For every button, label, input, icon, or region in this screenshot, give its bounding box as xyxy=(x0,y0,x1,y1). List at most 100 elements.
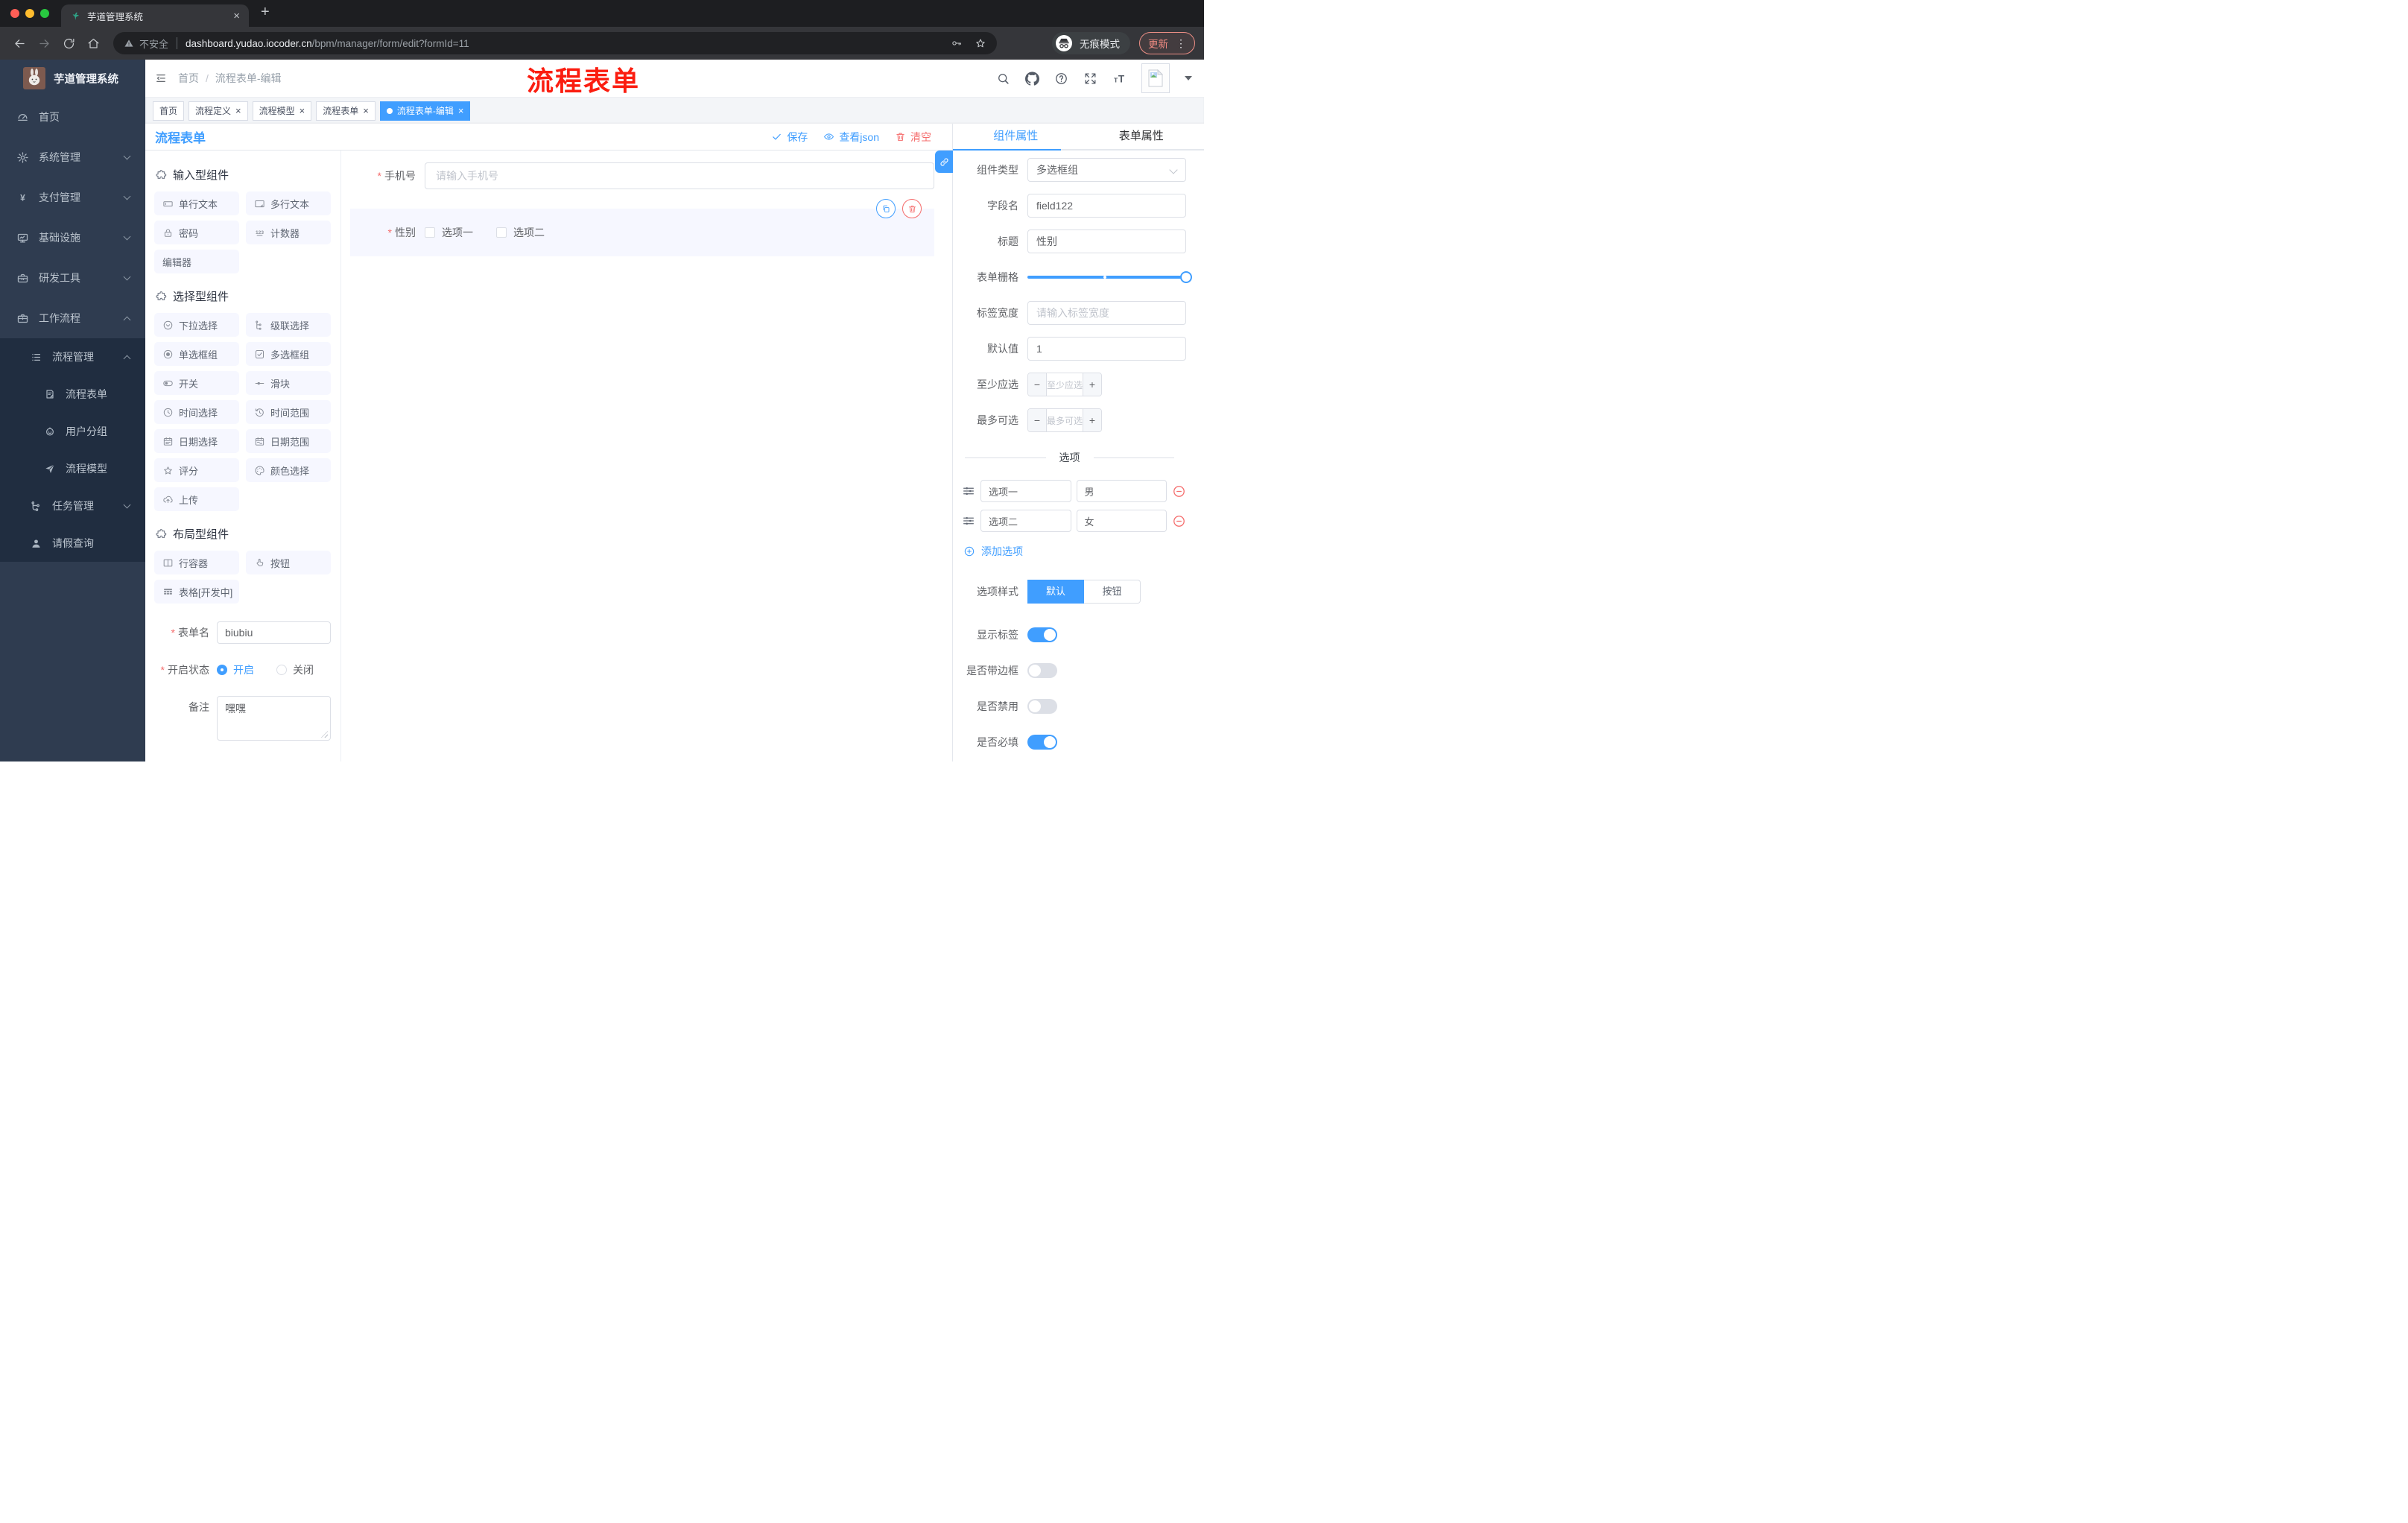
form-name-input[interactable]: biubiu xyxy=(217,621,331,644)
github-icon[interactable] xyxy=(1025,72,1039,86)
sidebar-submenu-item[interactable]: 流程表单 xyxy=(0,376,145,413)
tag-tab[interactable]: 首页 xyxy=(153,101,185,121)
option-label-input[interactable]: 选项二 xyxy=(980,510,1071,532)
palette-component[interactable]: 计数器 xyxy=(246,221,331,244)
max-checked-stepper[interactable]: 最多可选 xyxy=(1027,408,1102,432)
tag-close-icon[interactable] xyxy=(300,106,305,115)
palette-component[interactable]: 下拉选择 xyxy=(154,313,239,337)
plus-button[interactable] xyxy=(1083,409,1101,431)
option-label-input[interactable]: 选项一 xyxy=(980,480,1071,502)
palette-component[interactable]: 开关 xyxy=(154,371,239,395)
sidebar-menu-item[interactable]: 首页 xyxy=(0,97,145,137)
palette-component[interactable]: 多选框组 xyxy=(246,342,331,366)
toggle-switch[interactable] xyxy=(1027,627,1057,642)
palette-component[interactable]: 颜色选择 xyxy=(246,458,331,482)
avatar[interactable] xyxy=(1141,63,1170,93)
tag-tab[interactable]: 流程表单 xyxy=(316,101,376,121)
security-indicator[interactable]: 不安全 xyxy=(124,37,168,51)
palette-component[interactable]: 编辑器 xyxy=(154,250,239,273)
add-option-button[interactable]: 添加选项 xyxy=(963,544,1186,559)
palette-component[interactable]: 多行文本 xyxy=(246,191,331,215)
tag-tab[interactable]: 流程模型 xyxy=(252,101,312,121)
canvas-field-gender-selected[interactable]: 性别 选项一 选项二 xyxy=(350,199,934,256)
option-value-input[interactable]: 男 xyxy=(1076,480,1167,502)
phone-input[interactable]: 请输入手机号 xyxy=(425,162,934,189)
tag-close-icon[interactable] xyxy=(235,106,241,115)
sidebar-submenu-item[interactable]: 流程管理 xyxy=(0,338,145,376)
toggle-switch[interactable] xyxy=(1027,735,1057,750)
tag-tab[interactable]: 流程定义 xyxy=(188,101,248,121)
sidebar-submenu-item[interactable]: 流程模型 xyxy=(0,450,145,487)
checkbox-option[interactable]: 选项二 xyxy=(496,225,545,240)
canvas-field-phone[interactable]: 手机号 请输入手机号 xyxy=(350,162,934,189)
sidebar-menu-item[interactable]: 工作流程 xyxy=(0,298,145,338)
sidebar-menu-item[interactable]: 研发工具 xyxy=(0,258,145,298)
palette-component[interactable]: 密码 xyxy=(154,221,239,244)
palette-component[interactable]: 时间范围 xyxy=(246,400,331,424)
palette-component[interactable]: 日期选择 xyxy=(154,429,239,453)
palette-component[interactable]: 表格[开发中] xyxy=(154,580,239,604)
tab-close-icon[interactable] xyxy=(233,10,240,22)
new-tab-button[interactable] xyxy=(261,4,270,21)
palette-component[interactable]: 时间选择 xyxy=(154,400,239,424)
remark-textarea[interactable]: 嘿嘿 xyxy=(217,696,331,741)
menu-fold-icon[interactable] xyxy=(155,72,167,84)
browser-menu-icon[interactable] xyxy=(1176,37,1186,50)
style-segment-button[interactable]: 按钮 xyxy=(1084,580,1141,604)
field-name-input[interactable]: field122 xyxy=(1027,194,1186,218)
sidebar-menu-item[interactable]: 基础设施 xyxy=(0,218,145,258)
tag-close-icon[interactable] xyxy=(363,106,369,115)
password-key-icon[interactable] xyxy=(951,37,963,49)
forward-icon[interactable] xyxy=(37,37,51,51)
sidebar-submenu-item[interactable]: 用户分组 xyxy=(0,413,145,450)
palette-component[interactable]: 日期范围 xyxy=(246,429,331,453)
remove-option-icon[interactable] xyxy=(1172,514,1186,528)
toggle-switch[interactable] xyxy=(1027,699,1057,714)
status-radio[interactable]: 关闭 xyxy=(276,662,314,677)
palette-component[interactable]: 行容器 xyxy=(154,551,239,574)
link-handle[interactable] xyxy=(935,151,953,173)
sidebar-submenu-item[interactable]: 任务管理 xyxy=(0,487,145,525)
option-value-input[interactable]: 女 xyxy=(1076,510,1167,532)
search-icon[interactable] xyxy=(996,72,1010,86)
update-button[interactable]: 更新 xyxy=(1139,32,1195,54)
window-controls[interactable] xyxy=(10,9,49,18)
clear-button[interactable]: 清空 xyxy=(895,130,931,145)
remove-option-icon[interactable] xyxy=(1172,484,1186,498)
label-width-input[interactable]: 请输入标签宽度 xyxy=(1027,301,1186,325)
minimize-window-button[interactable] xyxy=(25,9,34,18)
title-input[interactable]: 性别 xyxy=(1027,229,1186,253)
plus-button[interactable] xyxy=(1083,373,1101,396)
copy-component-button[interactable] xyxy=(876,199,896,218)
tag-close-icon[interactable] xyxy=(458,106,464,115)
save-button[interactable]: 保存 xyxy=(771,130,808,145)
zoom-window-button[interactable] xyxy=(40,9,49,18)
palette-component[interactable]: 单选框组 xyxy=(154,342,239,366)
bookmark-star-icon[interactable] xyxy=(975,37,986,49)
help-icon[interactable] xyxy=(1054,72,1068,86)
home-icon[interactable] xyxy=(86,37,101,51)
font-size-icon[interactable] xyxy=(1112,72,1127,86)
avatar-caret-icon[interactable] xyxy=(1185,76,1192,80)
breadcrumb-item[interactable]: 流程表单-编辑 xyxy=(199,72,282,84)
default-value-input[interactable]: 1 xyxy=(1027,337,1186,361)
delete-component-button[interactable] xyxy=(902,199,922,218)
palette-component[interactable]: 上传 xyxy=(154,487,239,511)
palette-component[interactable]: 级联选择 xyxy=(246,313,331,337)
min-checked-stepper[interactable]: 至少应选 xyxy=(1027,373,1102,396)
status-radio[interactable]: 开启 xyxy=(217,662,254,677)
palette-component[interactable]: 滑块 xyxy=(246,371,331,395)
view-json-button[interactable]: 查看json xyxy=(823,130,879,145)
style-segment-button[interactable]: 默认 xyxy=(1027,580,1084,604)
breadcrumb-item[interactable]: 首页 xyxy=(178,72,199,84)
drag-handle-icon[interactable] xyxy=(962,514,975,528)
component-type-select[interactable]: 多选框组 xyxy=(1027,158,1186,182)
palette-component[interactable]: 评分 xyxy=(154,458,239,482)
sidebar-menu-item[interactable]: 支付管理 xyxy=(0,177,145,218)
minus-button[interactable] xyxy=(1028,373,1047,396)
checkbox-option[interactable]: 选项一 xyxy=(425,225,473,240)
sidebar-submenu-item[interactable]: 请假查询 xyxy=(0,525,145,562)
properties-tab[interactable]: 组件属性 xyxy=(953,124,1079,151)
tag-tab[interactable]: 流程表单-编辑 xyxy=(379,101,471,121)
toggle-switch[interactable] xyxy=(1027,663,1057,678)
